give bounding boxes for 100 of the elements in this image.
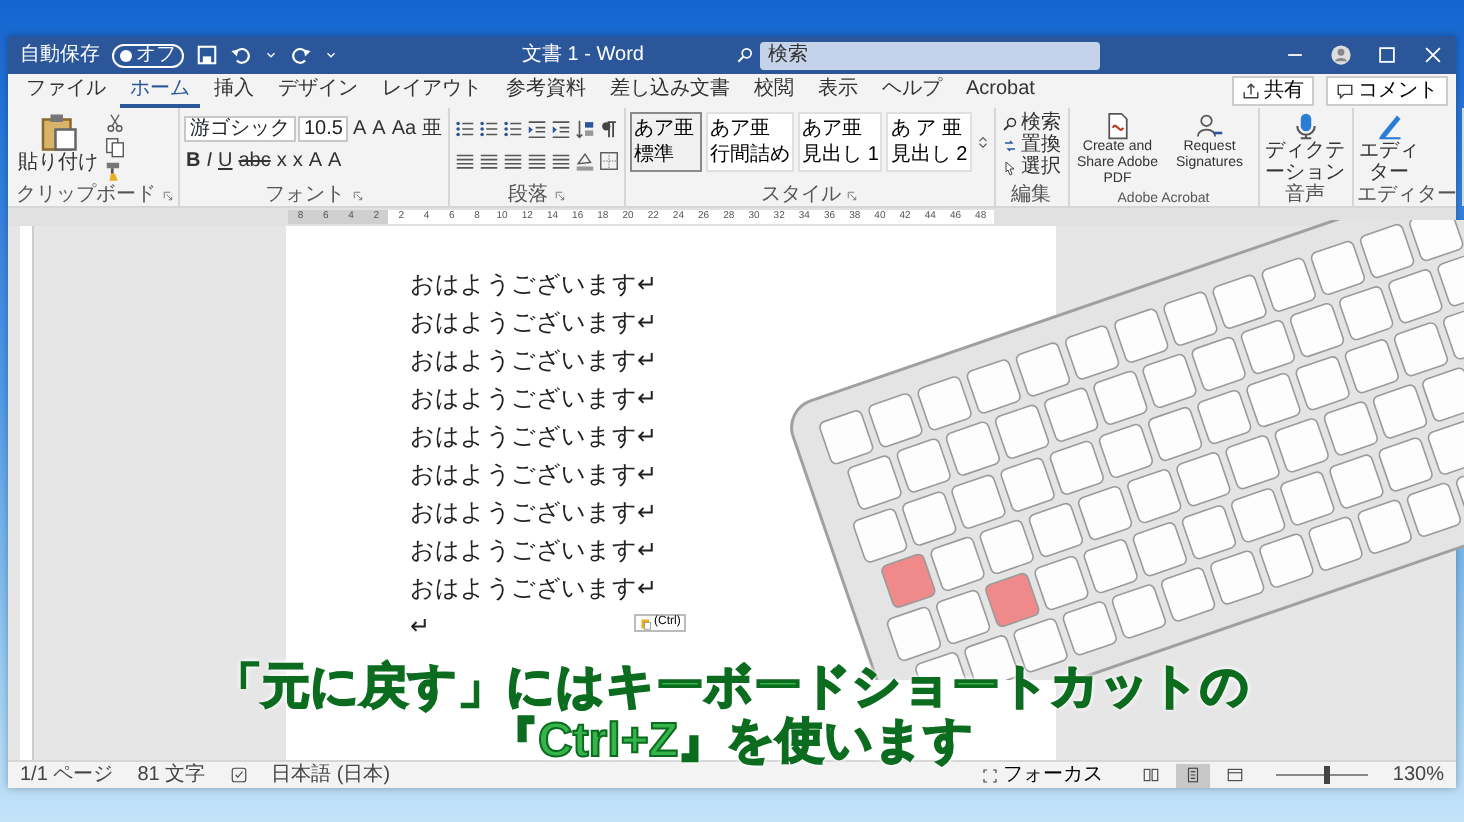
align-center-icon[interactable] xyxy=(478,149,501,171)
document-line: おはようございます↵ xyxy=(410,268,658,302)
format-button[interactable]: abc xyxy=(236,147,273,173)
style-gallery-item[interactable]: あ ア 亜 見出し 2 xyxy=(886,112,972,172)
style-sample: あ ア 亜 xyxy=(890,116,964,142)
editing-button[interactable]: 置換 xyxy=(999,134,1064,156)
style-name: 行間詰め xyxy=(710,142,791,168)
ribbon-tab[interactable]: Acrobat xyxy=(956,74,1045,108)
print-view-icon xyxy=(1184,766,1203,784)
document-line: おはようございます↵ xyxy=(410,344,658,378)
font-button[interactable]: A xyxy=(350,115,369,141)
dialog-launcher-icon[interactable] xyxy=(846,189,859,201)
format-button[interactable]: x xyxy=(290,147,305,173)
zoom-slider-thumb[interactable] xyxy=(1324,766,1331,784)
format-button[interactable]: B xyxy=(184,147,203,173)
ribbon-tab[interactable]: 挿入 xyxy=(204,74,264,108)
paragraph-mark-icon[interactable] xyxy=(598,117,621,139)
caption-text: 「元に戻す」にはキーボードショートカットの xyxy=(214,660,1250,714)
paste-button[interactable]: 貼り付け xyxy=(16,112,100,174)
document-line: ↵ xyxy=(410,610,432,644)
autosave-toggle[interactable]: オフ xyxy=(112,43,184,67)
font-button[interactable]: 亜 xyxy=(420,115,445,141)
scissors-icon[interactable] xyxy=(104,112,126,134)
ribbon-tab[interactable]: レイアウト xyxy=(372,74,492,108)
format-button[interactable]: x xyxy=(274,147,289,173)
font-size-field[interactable]: 10.5 xyxy=(298,115,349,141)
web-view-icon xyxy=(1226,766,1245,784)
group-label: 編集 xyxy=(1011,184,1052,206)
dialog-launcher-icon[interactable] xyxy=(554,189,567,201)
dialog-launcher-icon[interactable] xyxy=(351,189,364,201)
group-label: 音声 xyxy=(1285,184,1326,206)
search-icon xyxy=(735,46,754,64)
comment-button[interactable]: コメント xyxy=(1326,76,1448,106)
share-button[interactable]: 共有 xyxy=(1232,76,1314,106)
align-left-icon[interactable] xyxy=(454,149,477,171)
indent-icon[interactable] xyxy=(550,117,573,139)
editing-button[interactable]: 検索 xyxy=(999,112,1064,134)
copy-icon[interactable] xyxy=(104,136,126,158)
group-label: フォント xyxy=(265,184,346,206)
close-icon[interactable] xyxy=(1422,44,1444,66)
window-title: 文書 1 - Word xyxy=(522,41,644,70)
read-view-icon xyxy=(1142,766,1161,784)
indent-icon[interactable] xyxy=(526,117,549,139)
redo-icon[interactable] xyxy=(290,44,312,66)
ribbon-tab[interactable]: 校閲 xyxy=(744,74,804,108)
page-count: 1/1 ページ xyxy=(20,762,114,790)
document-line: おはようございます↵ xyxy=(410,496,658,530)
ribbon-tab[interactable]: ファイル xyxy=(16,74,116,108)
microphone-icon xyxy=(1291,112,1320,140)
borders-icon[interactable] xyxy=(598,149,621,171)
format-button[interactable]: A xyxy=(326,147,344,173)
ribbon-tab[interactable]: 参考資料 xyxy=(496,74,596,108)
font-button[interactable]: Aa xyxy=(389,115,419,141)
signature-icon xyxy=(1195,112,1224,140)
document-line: おはようございます↵ xyxy=(410,534,658,568)
undo-icon[interactable] xyxy=(230,44,252,66)
proofing-icon[interactable] xyxy=(229,766,248,784)
font-name-field[interactable]: 游ゴシック xyxy=(184,115,296,141)
document-line: おはようございます↵ xyxy=(410,382,658,416)
word-count: 81 文字 xyxy=(137,761,206,790)
style-name: 標準 xyxy=(634,142,677,168)
print-view-button[interactable] xyxy=(1176,763,1211,787)
focus-button[interactable]: フォーカス xyxy=(974,763,1111,787)
shading-icon[interactable] xyxy=(574,149,597,171)
dictate-button[interactable]: ディクテーション xyxy=(1263,112,1348,184)
dialog-launcher-icon[interactable] xyxy=(162,189,174,201)
bullet-list-icon[interactable] xyxy=(454,117,477,139)
line-spacing-icon[interactable] xyxy=(550,149,573,171)
numbered-list-icon[interactable] xyxy=(478,117,501,139)
save-icon[interactable] xyxy=(196,44,218,66)
style-gallery-item[interactable]: あア亜 見出し 1 xyxy=(798,112,883,172)
format-button[interactable]: A xyxy=(306,147,325,173)
search-icon xyxy=(1001,115,1018,131)
ribbon-tab[interactable]: ヘルプ xyxy=(872,74,952,108)
clipboard-icon xyxy=(640,617,652,629)
editing-button[interactable]: 選択 xyxy=(999,156,1064,178)
editor-button[interactable]: エディター xyxy=(1357,112,1422,184)
style-name: 見出し 2 xyxy=(890,142,968,168)
sort-icon[interactable] xyxy=(574,117,597,139)
font-button[interactable]: A xyxy=(370,115,388,141)
multilevel-list-icon[interactable] xyxy=(502,117,525,139)
document-line: おはようございます↵ xyxy=(410,458,658,492)
style-gallery-item[interactable]: あア亜 標準 xyxy=(630,112,703,172)
ribbon-tab[interactable]: 差し込み文書 xyxy=(600,74,740,108)
format-button[interactable]: U xyxy=(216,147,235,173)
search-field[interactable]: 検索 xyxy=(759,41,1100,69)
account-icon[interactable] xyxy=(1330,44,1352,66)
caption-text: 『Ctrl+Z』を使います xyxy=(489,714,974,768)
restore-icon[interactable] xyxy=(1376,44,1398,66)
replace-icon xyxy=(1001,137,1018,153)
align-right-icon[interactable] xyxy=(502,149,525,171)
ribbon-tab[interactable]: 表示 xyxy=(808,74,868,108)
group-label: スタイル xyxy=(760,184,841,206)
ribbon-tab[interactable]: デザイン xyxy=(268,74,368,108)
style-gallery-item[interactable]: あア亜 行間詰め xyxy=(706,112,795,172)
style-sample: あア亜 xyxy=(710,116,773,142)
language-indicator: 日本語 (日本) xyxy=(271,761,391,790)
format-button[interactable]: I xyxy=(204,147,215,173)
justify-icon[interactable] xyxy=(526,149,549,171)
pen-icon xyxy=(1375,112,1404,140)
